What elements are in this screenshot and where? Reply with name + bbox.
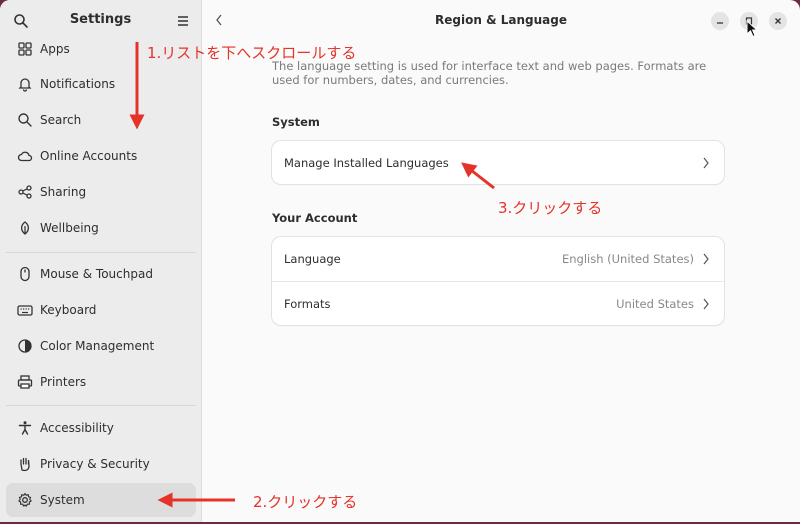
bell-icon	[18, 78, 32, 92]
page-description: The language setting is used for interfa…	[272, 59, 707, 87]
sidebar-item-accessibility[interactable]: Accessibility	[6, 411, 196, 445]
search-icon	[18, 113, 32, 127]
row-manage-installed-languages[interactable]: Manage Installed Languages	[272, 141, 724, 184]
sidebar-item-label: Apps	[40, 42, 70, 56]
annotation-step3: 3.クリックする	[498, 199, 603, 217]
row-value: United States	[616, 297, 694, 311]
sidebar-item-search[interactable]: Search	[6, 103, 196, 137]
row-label: Manage Installed Languages	[284, 156, 449, 170]
sidebar-item-label: Printers	[40, 375, 87, 389]
mouse-icon	[20, 266, 30, 282]
sidebar-item-mouse-touchpad[interactable]: Mouse & Touchpad	[6, 257, 196, 291]
sidebar-item-color-management[interactable]: Color Management	[6, 329, 196, 363]
row-language[interactable]: Language English (United States)	[272, 237, 724, 281]
chevron-right-icon	[703, 298, 709, 310]
printer-icon	[17, 375, 33, 389]
sidebar-item-label: Wellbeing	[40, 221, 99, 235]
account-card: Language English (United States) Formats…	[272, 237, 724, 325]
sidebar-item-label: Online Accounts	[40, 149, 138, 163]
section-title-your-account: Your Account	[272, 211, 358, 225]
row-value: English (United States)	[561, 252, 694, 266]
sidebar-item-system[interactable]: System	[6, 483, 196, 517]
annotation-step1: 1.リストを下へスクロールする	[147, 44, 357, 62]
sidebar-item-label: Keyboard	[40, 303, 97, 317]
keyboard-icon	[17, 305, 33, 316]
wellbeing-icon	[20, 221, 30, 235]
sidebar-item-keyboard[interactable]: Keyboard	[6, 293, 196, 327]
main-panel: Region & Language The language setting i…	[202, 0, 800, 522]
sidebar-title: Settings	[69, 12, 132, 27]
apps-icon	[18, 42, 32, 56]
minimize-button[interactable]	[711, 12, 729, 30]
row-label: Language	[284, 252, 341, 266]
row-formats[interactable]: Formats United States	[272, 281, 724, 326]
sidebar-item-notifications[interactable]: Notifications	[6, 67, 196, 101]
sidebar: Settings Apps Notifications Search Onlin…	[0, 0, 202, 522]
sidebar-item-label: Sharing	[40, 185, 87, 199]
sidebar-item-label: Mouse & Touchpad	[40, 267, 153, 281]
minimize-icon	[717, 22, 723, 24]
section-title-system: System	[272, 115, 320, 129]
sidebar-item-label: Search	[40, 113, 82, 127]
close-button[interactable]	[769, 12, 787, 30]
share-icon	[18, 185, 32, 199]
sidebar-item-label: Notifications	[40, 77, 116, 91]
close-icon	[775, 18, 781, 24]
sidebar-item-printers[interactable]: Printers	[6, 365, 196, 399]
sidebar-divider	[6, 405, 196, 406]
chevron-right-icon	[703, 253, 709, 265]
sidebar-item-sharing[interactable]: Sharing	[6, 175, 196, 209]
sidebar-item-label: Color Management	[40, 339, 155, 353]
sidebar-item-label: Privacy & Security	[40, 457, 150, 471]
gear-icon	[18, 492, 32, 507]
system-card: Manage Installed Languages	[272, 141, 724, 184]
chevron-right-icon	[703, 157, 709, 169]
cloud-icon	[17, 151, 33, 162]
sidebar-divider	[6, 252, 196, 253]
settings-window: Settings Apps Notifications Search Onlin…	[0, 0, 800, 522]
hand-icon	[20, 457, 30, 472]
mouse-cursor-icon	[746, 20, 758, 38]
sidebar-item-wellbeing[interactable]: Wellbeing	[6, 211, 196, 245]
sidebar-item-label: Accessibility	[40, 421, 114, 435]
hamburger-menu-icon[interactable]	[175, 13, 191, 29]
sidebar-item-privacy-security[interactable]: Privacy & Security	[6, 447, 196, 481]
sidebar-item-label: System	[40, 493, 85, 507]
annotation-step2: 2.クリックする	[253, 493, 358, 511]
accessibility-icon	[18, 421, 32, 435]
color-icon	[18, 339, 32, 353]
row-label: Formats	[284, 297, 331, 311]
sidebar-item-online-accounts[interactable]: Online Accounts	[6, 139, 196, 173]
